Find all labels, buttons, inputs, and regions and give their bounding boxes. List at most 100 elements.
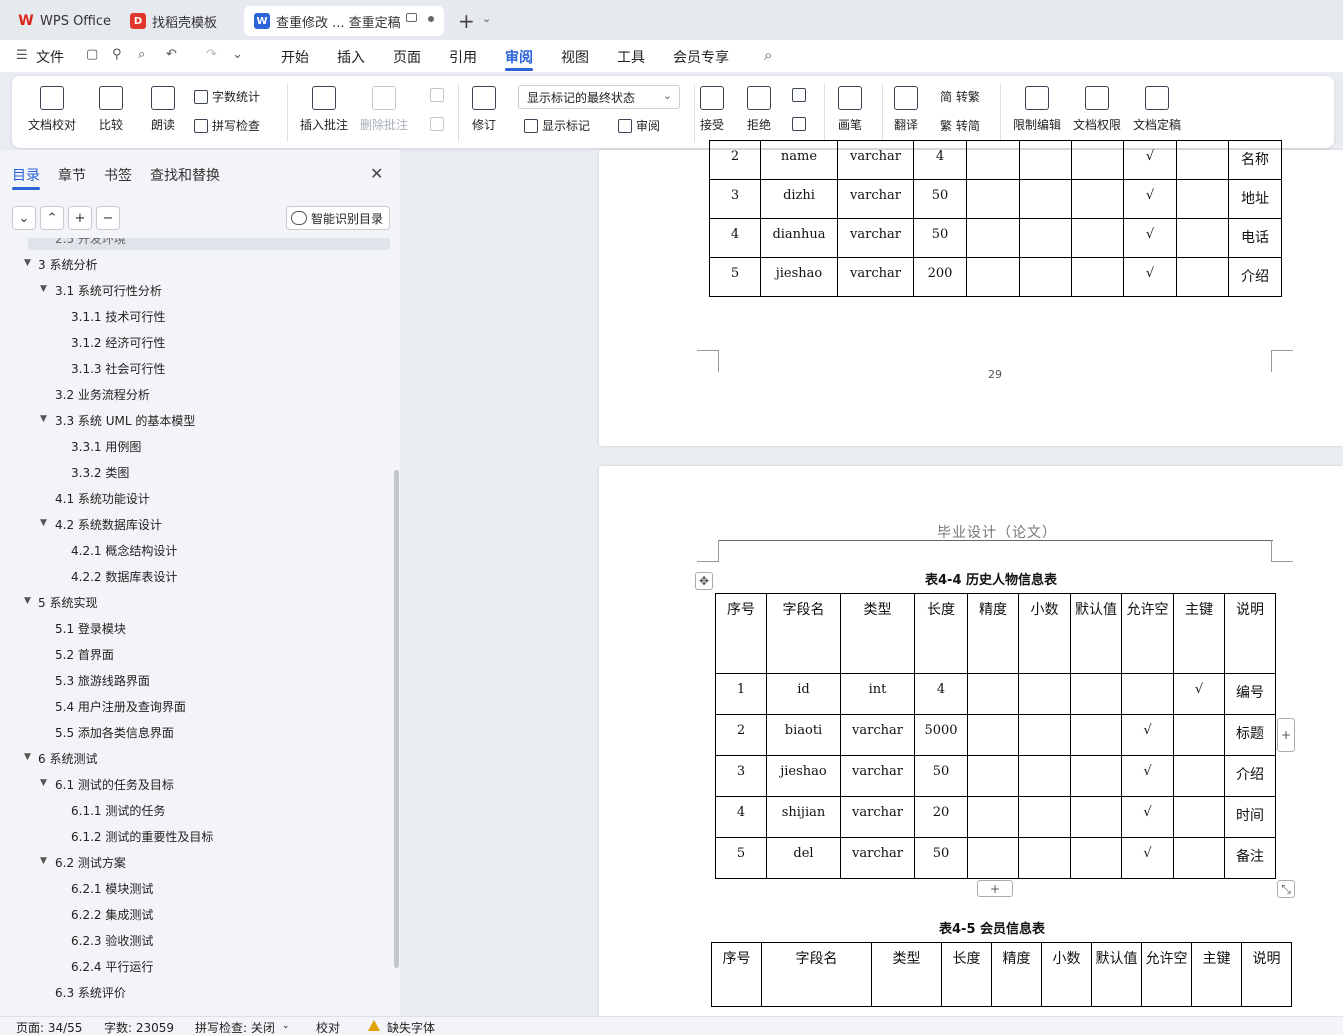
table-cell[interactable] [1173, 837, 1225, 879]
to-traditional-button[interactable]: 简 转繁 [940, 88, 980, 105]
expand-arrow-icon[interactable]: ▼ [24, 258, 31, 268]
table-header-cell[interactable]: 字段名 [761, 942, 872, 1007]
table-header-cell[interactable]: 主键 [1191, 942, 1242, 1007]
toc-item[interactable]: 3.1.3 社会可行性 [0, 354, 390, 380]
expand-arrow-icon[interactable]: ▼ [40, 856, 47, 866]
menu-tools[interactable]: 工具 [617, 47, 645, 67]
table-cell[interactable]: varchar [837, 257, 914, 297]
table-cell[interactable]: shijian [766, 796, 841, 838]
table-cell[interactable]: √ [1121, 714, 1174, 756]
toc-item[interactable]: 5.1 登录模块 [0, 614, 390, 640]
table-header-cell[interactable]: 小数 [1018, 593, 1071, 674]
remove-heading-button[interactable]: − [96, 206, 120, 230]
table-cell[interactable]: varchar [837, 218, 914, 258]
toc-item[interactable]: 3.1.2 经济可行性 [0, 328, 390, 354]
expand-arrow-icon[interactable]: ▼ [40, 518, 47, 528]
table-cell[interactable]: 5 [715, 837, 767, 879]
toc-item[interactable]: 6.1.1 测试的任务 [0, 796, 390, 822]
markup-state-select[interactable]: 显示标记的最终状态 ⌄ [518, 85, 680, 109]
table-header-cell[interactable]: 字段名 [766, 593, 841, 674]
compare-button[interactable]: 比较 [99, 86, 123, 133]
spell-check-indicator[interactable]: 拼写检查: 关闭 [195, 1019, 275, 1035]
pen-button[interactable]: 画笔 [838, 86, 862, 133]
table-cell[interactable]: 50 [914, 755, 968, 797]
table-cell[interactable] [966, 140, 1020, 180]
toc-item[interactable]: 3.2 业务流程分析 [0, 380, 390, 406]
table-header-cell[interactable]: 长度 [914, 593, 968, 674]
toc-item[interactable]: 6.2.2 集成测试 [0, 900, 390, 926]
table-header-cell[interactable]: 说明 [1241, 942, 1292, 1007]
table-cell[interactable]: 5000 [914, 714, 968, 756]
table-cell[interactable]: varchar [840, 837, 915, 879]
table-cell[interactable]: varchar [837, 179, 914, 219]
table-cell[interactable] [1173, 796, 1225, 838]
table-cell[interactable]: √ [1121, 755, 1174, 797]
table-cell[interactable] [1071, 218, 1124, 258]
table-header-cell[interactable]: 允许空 [1141, 942, 1192, 1007]
table-cell[interactable]: varchar [840, 714, 915, 756]
table-cell[interactable]: 名称 [1228, 140, 1282, 180]
table-cell[interactable]: 50 [914, 837, 968, 879]
table-cell[interactable] [967, 673, 1019, 715]
restrict-edit-button[interactable]: 限制编辑 [1013, 86, 1061, 133]
missing-font-indicator[interactable]: 缺失字体 [387, 1019, 435, 1035]
toc-item[interactable]: 2.5 开发环境 [28, 238, 390, 250]
table-cell[interactable] [1176, 179, 1229, 219]
toc-item[interactable]: ▼ 3 系统分析 [0, 250, 390, 276]
toc-item[interactable]: 5.4 用户注册及查询界面 [0, 692, 390, 718]
table-cell[interactable] [1018, 837, 1071, 879]
save-icon[interactable]: ▢ [86, 47, 102, 63]
table-cell[interactable] [1070, 796, 1122, 838]
table-cell[interactable]: dianhua [760, 218, 838, 258]
chevron-down-icon[interactable]: ⌄ [482, 12, 491, 25]
table-cell[interactable] [967, 755, 1019, 797]
toc-item[interactable]: 5.3 旅游线路界面 [0, 666, 390, 692]
expand-down-button[interactable]: ⌄ [12, 206, 36, 230]
expand-arrow-icon[interactable]: ▼ [40, 778, 47, 788]
table-cell[interactable]: 4 [709, 218, 761, 258]
table-cell[interactable]: 标题 [1224, 714, 1276, 756]
expand-arrow-icon[interactable]: ▼ [24, 596, 31, 606]
table-cell[interactable]: varchar [837, 140, 914, 180]
page-indicator[interactable]: 页面: 34/55 [16, 1019, 82, 1035]
menu-reference[interactable]: 引用 [449, 47, 477, 67]
toc-item[interactable]: ▼ 3.1 系统可行性分析 [0, 276, 390, 302]
next-comment-button[interactable] [430, 117, 448, 131]
table-header-cell[interactable]: 类型 [840, 593, 915, 674]
table-cell[interactable] [1019, 179, 1072, 219]
table-cell[interactable] [967, 837, 1019, 879]
toc-item[interactable]: 6.2.1 模块测试 [0, 874, 390, 900]
table-cell[interactable]: 4 [715, 796, 767, 838]
table-move-handle-icon[interactable]: ✥ [695, 572, 713, 590]
toc-item[interactable]: 6.1.2 测试的重要性及目标 [0, 822, 390, 848]
tab-current-document[interactable]: W 查重修改 ... 查重定稿 [244, 6, 444, 36]
table-cell[interactable]: 编号 [1224, 673, 1276, 715]
expand-arrow-icon[interactable]: ▼ [40, 414, 47, 424]
word-count-button[interactable]: 字数统计 [194, 88, 260, 105]
table-cell[interactable] [1121, 673, 1174, 715]
tab-find-replace[interactable]: 查找和替换 [150, 165, 220, 185]
menu-file[interactable]: 文件 [36, 47, 64, 67]
next-revision-button[interactable] [792, 117, 810, 131]
close-icon[interactable]: ✕ [370, 164, 383, 183]
table-cell[interactable]: 地址 [1228, 179, 1282, 219]
tab-docer-templates[interactable]: D 找稻壳模板 [120, 6, 227, 36]
revise-button[interactable]: 修订 [472, 86, 496, 133]
tab-bookmarks[interactable]: 书签 [104, 165, 132, 185]
toc-item[interactable]: ▼ 6.2 测试方案 [0, 848, 390, 874]
window-icon[interactable] [406, 13, 417, 22]
table-header-cell[interactable]: 默认值 [1091, 942, 1142, 1007]
doc-finalize-button[interactable]: 文档定稿 [1133, 86, 1181, 133]
chevron-down-icon[interactable]: ⌄ [232, 47, 248, 63]
table-cell[interactable]: √ [1123, 218, 1177, 258]
proofread-indicator[interactable]: 校对 [316, 1019, 340, 1035]
expand-arrow-icon[interactable]: ▼ [40, 284, 47, 294]
table-header-cell[interactable]: 精度 [991, 942, 1042, 1007]
table-cell[interactable]: 时间 [1224, 796, 1276, 838]
spell-check-button[interactable]: 拼写检查 [194, 117, 260, 134]
toc-item[interactable]: 3.3.1 用例图 [0, 432, 390, 458]
tab-chapters[interactable]: 章节 [58, 165, 86, 185]
menu-view[interactable]: 视图 [561, 47, 589, 67]
new-tab-icon[interactable]: + [458, 9, 475, 33]
table-cell[interactable] [1019, 257, 1072, 297]
